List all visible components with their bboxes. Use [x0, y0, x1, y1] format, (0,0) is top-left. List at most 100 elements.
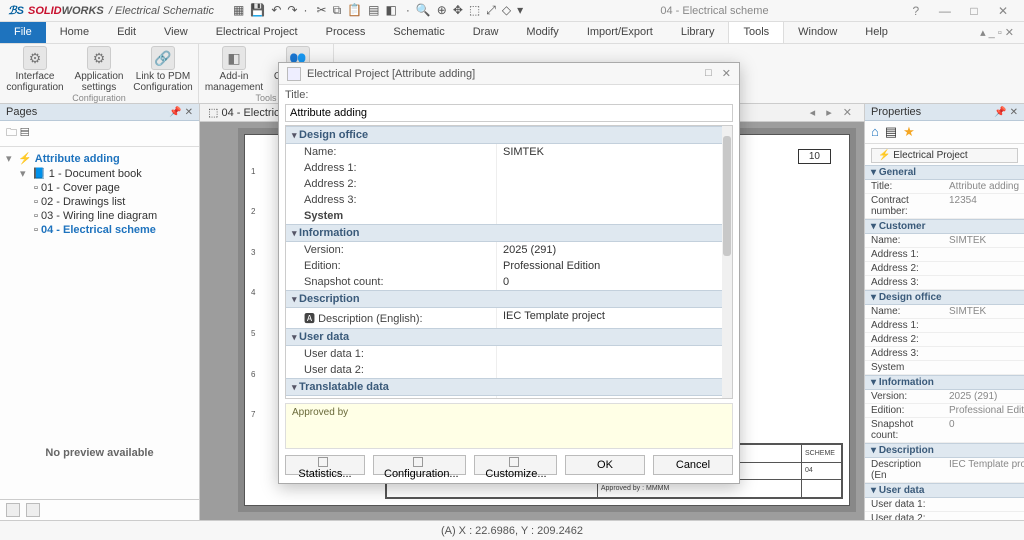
list-icon[interactable]: ▤ — [20, 127, 29, 139]
prop-row[interactable]: Snapshot count:0 — [865, 418, 1024, 443]
star-icon[interactable]: ★ — [903, 124, 915, 140]
dialog-titlebar[interactable]: Electrical Project [Attribute adding] □✕ — [279, 63, 739, 85]
pdm-config-button[interactable]: 🔗Link to PDM Configuration — [134, 46, 192, 93]
tab-draw[interactable]: Draw — [459, 22, 513, 43]
app-settings-button[interactable]: ⚙Application settings — [70, 46, 128, 93]
prop-row[interactable]: Version:2025 (291) — [865, 390, 1024, 404]
prop-section[interactable]: ▾ General — [865, 165, 1024, 180]
grid-row[interactable]: Version:2025 (291) — [286, 242, 732, 258]
ok-button[interactable]: OK — [565, 455, 645, 475]
prop-section[interactable]: ▾ Customer — [865, 219, 1024, 234]
prop-row[interactable]: Title:Attribute adding — [865, 180, 1024, 194]
prop-row[interactable]: Name:SIMTEK — [865, 305, 1024, 319]
qat-icon[interactable]: ▤ — [368, 3, 379, 17]
prop-row[interactable]: Edition:Professional Editio — [865, 404, 1024, 418]
close-icon[interactable]: ✕ — [990, 4, 1016, 18]
addin-button[interactable]: ◧Add-in management — [205, 46, 263, 93]
undo-icon[interactable]: ↶ — [271, 3, 281, 17]
grid-row[interactable]: Address 3: — [286, 192, 732, 208]
property-grid[interactable]: Design office Name:SIMTEK Address 1: Add… — [285, 125, 733, 399]
close-icon[interactable]: ✕ — [722, 67, 731, 80]
prop-row[interactable]: Address 2: — [865, 333, 1024, 347]
tree-page-selected[interactable]: ▫ 04 - Electrical scheme — [6, 223, 193, 237]
tree-project[interactable]: ▾⚡ Attribute adding — [6, 151, 193, 166]
prop-row[interactable]: Contract number:12354 — [865, 194, 1024, 219]
qat-icon[interactable]: ✥ — [453, 3, 463, 17]
tab-file[interactable]: File — [0, 22, 46, 43]
qat-icon[interactable]: ▦ — [233, 3, 244, 17]
grid-row[interactable]: Address 2: — [286, 176, 732, 192]
doc-tab-controls[interactable]: ◂ ▸ ✕ — [810, 106, 856, 119]
prop-section[interactable]: ▾ Design office — [865, 290, 1024, 305]
tab-window[interactable]: Window — [784, 22, 851, 43]
tab-schematic[interactable]: Schematic — [379, 22, 458, 43]
prop-row[interactable]: System — [865, 361, 1024, 375]
grid-row[interactable]: User data 1: — [286, 346, 732, 362]
tab-edit[interactable]: Edit — [103, 22, 150, 43]
prop-row[interactable]: User data 1: — [865, 498, 1024, 512]
ribbon-collapse-icon[interactable]: ▴ _ ▫ ✕ — [970, 22, 1024, 43]
grid-section[interactable]: Design office — [286, 126, 732, 144]
scrollbar-thumb[interactable] — [723, 136, 731, 256]
prop-section[interactable]: ▾ Description — [865, 443, 1024, 458]
save-icon[interactable]: 💾 — [250, 3, 265, 17]
grid-row[interactable]: Name:SIMTEK — [286, 144, 732, 160]
cancel-button[interactable]: Cancel — [653, 455, 733, 475]
prop-row[interactable]: Address 3: — [865, 276, 1024, 290]
tab-home[interactable]: Home — [46, 22, 103, 43]
grid-row[interactable]: Address 1: — [286, 160, 732, 176]
tree-page[interactable]: ▫ 03 - Wiring line diagram — [6, 209, 193, 223]
footer-icon[interactable] — [26, 503, 40, 517]
grid-section[interactable]: Description — [286, 290, 732, 308]
minimize-icon[interactable]: — — [932, 4, 958, 18]
prop-row[interactable]: Address 1: — [865, 248, 1024, 262]
list-icon[interactable]: ▤ — [885, 124, 897, 140]
prop-row[interactable]: Address 1: — [865, 319, 1024, 333]
cut-icon[interactable]: ✂ — [317, 3, 327, 17]
zoom-icon[interactable]: ⤢ — [486, 3, 496, 17]
maximize-icon[interactable]: □ — [705, 67, 712, 80]
tab-view[interactable]: View — [150, 22, 202, 43]
tab-import-export[interactable]: Import/Export — [573, 22, 667, 43]
tab-electrical-project[interactable]: Electrical Project — [202, 22, 312, 43]
home-icon[interactable]: ⌂ — [871, 124, 879, 140]
maximize-icon[interactable]: □ — [961, 4, 987, 18]
prop-row[interactable]: Address 2: — [865, 262, 1024, 276]
tab-library[interactable]: Library — [667, 22, 729, 43]
paste-icon[interactable]: 📋 — [347, 3, 362, 17]
grid-section[interactable]: Translatable data — [286, 378, 732, 396]
prop-row[interactable]: Description (EnIEC Template pro — [865, 458, 1024, 483]
tree-book[interactable]: ▾📘 1 - Document book — [6, 166, 193, 181]
prop-section[interactable]: ▾ Information — [865, 375, 1024, 390]
grid-section[interactable]: User data — [286, 328, 732, 346]
prop-section[interactable]: ▾ User data — [865, 483, 1024, 498]
qat-icon[interactable]: ⬚ — [469, 3, 480, 17]
scrollbar[interactable] — [722, 126, 732, 398]
qat-icon[interactable]: ◧ — [385, 3, 396, 17]
interface-config-button[interactable]: ⚙Interface configuration — [6, 46, 64, 93]
grid-row[interactable]: User data 2: — [286, 362, 732, 378]
pages-toolbar[interactable]: 🗀 ▤ — [0, 121, 199, 147]
grid-row[interactable]: 🅰 Translatable data 1 (English): — [286, 396, 732, 399]
panel-pin-icon[interactable]: 📌 ✕ — [169, 107, 193, 118]
customize-button[interactable]: Customize... — [474, 455, 557, 475]
grid-section[interactable]: Information — [286, 224, 732, 242]
qat-icon[interactable]: ◇ — [502, 3, 511, 17]
panel-pin-icon[interactable]: 📌 ✕ — [994, 107, 1018, 118]
quick-access-toolbar[interactable]: ▦💾↶↷· ✂⧉📋▤◧ ·🔍⊕✥⬚⤢◇▾ — [230, 3, 526, 18]
tab-help[interactable]: Help — [851, 22, 902, 43]
target-icon[interactable]: ⊕ — [437, 3, 447, 17]
prop-row[interactable]: User data 2: — [865, 512, 1024, 520]
help-icon[interactable]: ? — [903, 4, 929, 18]
properties-toolbar[interactable]: ⌂ ▤ ★ — [865, 121, 1024, 144]
prop-row[interactable]: Address 3: — [865, 347, 1024, 361]
pages-footer[interactable] — [0, 499, 199, 520]
tree-page[interactable]: ▫ 01 - Cover page — [6, 181, 193, 195]
prop-row[interactable]: Name:SIMTEK — [865, 234, 1024, 248]
tab-process[interactable]: Process — [312, 22, 380, 43]
grid-row[interactable]: Snapshot count:0 — [286, 274, 732, 290]
properties-grid[interactable]: ▾ General Title:Attribute adding Contrac… — [865, 165, 1024, 520]
tab-modify[interactable]: Modify — [512, 22, 572, 43]
properties-tab[interactable]: ⚡ Electrical Project — [871, 148, 1018, 163]
grid-row[interactable]: 🅰 Description (English):IEC Template pro… — [286, 308, 732, 328]
